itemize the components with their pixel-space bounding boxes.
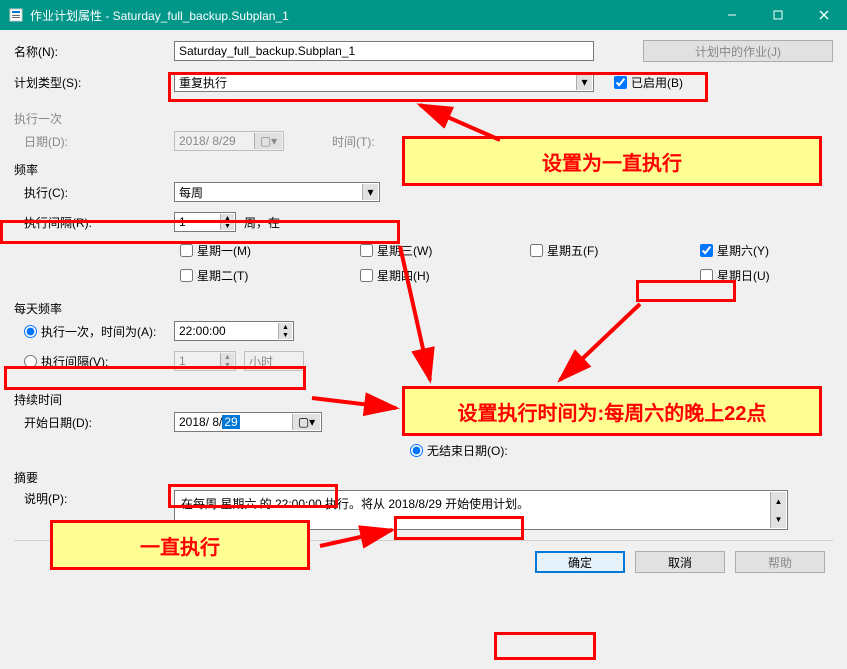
every-n-spinner: 1 ▲▼ — [174, 351, 236, 371]
name-label: 名称(N): — [14, 43, 174, 60]
scroll-down-icon[interactable]: ▼ — [770, 510, 786, 528]
plan-type-label: 计划类型(S): — [14, 74, 174, 91]
calendar-icon: ▢▾ — [254, 133, 282, 149]
once-date-value: 2018/ 8/29 — [179, 134, 236, 148]
plan-type-value: 重复执行 — [179, 74, 227, 91]
day-wed-label: 星期三(W) — [377, 242, 432, 259]
day-mon-label: 星期一(M) — [197, 242, 251, 259]
enabled-checkbox[interactable] — [614, 76, 627, 89]
freq-group-title: 频率 — [14, 161, 833, 178]
once-at-time-input[interactable]: 22:00:00 ▲▼ — [174, 321, 294, 341]
spin-up-icon[interactable]: ▲ — [278, 323, 292, 331]
titlebar-title: 作业计划属性 - Saturday_full_backup.Subplan_1 — [30, 7, 709, 24]
summary-text: 在每周 星期六 的 22:00:00 执行。将从 2018/8/29 开始使用计… — [181, 497, 529, 511]
interval-label: 执行间隔(R): — [14, 214, 174, 231]
desc-label: 说明(P): — [14, 490, 174, 507]
every-n-value: 1 — [179, 354, 186, 368]
once-at-radio[interactable] — [24, 325, 37, 338]
app-icon — [8, 7, 24, 23]
once-date-picker: 2018/ 8/29 ▢▾ — [174, 131, 284, 151]
once-at-label: 执行一次，时间为(A): — [41, 323, 156, 340]
start-date-y: 2018/ 8/ — [179, 415, 222, 429]
end-date-label: 结束日期(E): — [435, 414, 502, 431]
calendar-icon: ▢▾ — [292, 414, 320, 430]
end-date-picker: 2018/ 8/29 ▢▾ — [578, 412, 726, 432]
day-fri-label: 星期五(F) — [547, 242, 598, 259]
once-group-title: 执行一次 — [14, 110, 174, 127]
day-mon-checkbox[interactable] — [180, 244, 193, 257]
exec-label: 执行(C): — [14, 184, 174, 201]
interval-spinner[interactable]: 1 ▲▼ — [174, 212, 236, 232]
spin-up-icon[interactable]: ▲ — [220, 214, 234, 222]
minimize-button[interactable] — [709, 0, 755, 30]
enabled-label: 已启用(B) — [631, 74, 683, 91]
day-wed-checkbox[interactable] — [360, 244, 373, 257]
chevron-down-icon: ▾ — [576, 74, 592, 90]
exec-value: 每周 — [179, 184, 203, 201]
no-end-label: 无结束日期(O): — [427, 442, 508, 459]
start-date-label: 开始日期(D): — [14, 414, 174, 431]
summary-textarea[interactable]: 在每周 星期六 的 22:00:00 执行。将从 2018/8/29 开始使用计… — [174, 490, 788, 530]
end-date-radio[interactable] — [418, 416, 431, 429]
titlebar: 作业计划属性 - Saturday_full_backup.Subplan_1 — [0, 0, 847, 30]
every-unit-value: 小时 — [249, 353, 273, 370]
end-date-value: 2018/ 8/29 — [583, 415, 640, 429]
name-input[interactable] — [174, 41, 594, 61]
close-button[interactable] — [801, 0, 847, 30]
jobs-in-plan-button[interactable]: 计划中的作业(J) — [643, 40, 833, 62]
start-date-picker[interactable]: 2018/ 8/29 ▢▾ — [174, 412, 322, 432]
help-button[interactable]: 帮助 — [735, 551, 825, 573]
spin-down-icon[interactable]: ▼ — [278, 331, 292, 339]
once-time-label: 时间(T): — [332, 133, 375, 150]
duration-title: 持续时间 — [14, 391, 833, 408]
day-thu-label: 星期四(H) — [377, 267, 430, 284]
weeks-at-label: 周，在 — [244, 214, 280, 231]
every-unit-combo: 小时 — [244, 351, 304, 371]
start-date-d: 29 — [222, 415, 239, 429]
interval-value: 1 — [179, 215, 186, 229]
daily-freq-title: 每天频率 — [14, 300, 833, 317]
scroll-up-icon[interactable]: ▲ — [770, 492, 786, 510]
summary-title: 摘要 — [14, 469, 833, 486]
once-date-label: 日期(D): — [14, 133, 174, 150]
spin-down-icon[interactable]: ▼ — [220, 222, 234, 230]
once-at-time-value: 22:00:00 — [179, 324, 226, 338]
cancel-button[interactable]: 取消 — [635, 551, 725, 573]
day-thu-checkbox[interactable] — [360, 269, 373, 282]
maximize-button[interactable] — [755, 0, 801, 30]
every-radio[interactable] — [24, 355, 37, 368]
day-fri-checkbox[interactable] — [530, 244, 543, 257]
day-sun-label: 星期日(U) — [717, 267, 770, 284]
chevron-down-icon: ▾ — [362, 184, 378, 200]
day-tue-label: 星期二(T) — [197, 267, 248, 284]
ok-button[interactable]: 确定 — [535, 551, 625, 573]
day-tue-checkbox[interactable] — [180, 269, 193, 282]
day-sun-checkbox[interactable] — [700, 269, 713, 282]
exec-combo[interactable]: 每周 ▾ — [174, 182, 380, 202]
calendar-icon: ▢▾ — [696, 414, 724, 430]
every-label: 执行间隔(V): — [41, 353, 108, 370]
plan-type-combo[interactable]: 重复执行 ▾ — [174, 72, 594, 92]
day-sat-checkbox[interactable] — [700, 244, 713, 257]
no-end-radio[interactable] — [410, 444, 423, 457]
day-sat-label: 星期六(Y) — [717, 242, 769, 259]
highlight-ok — [494, 632, 596, 660]
